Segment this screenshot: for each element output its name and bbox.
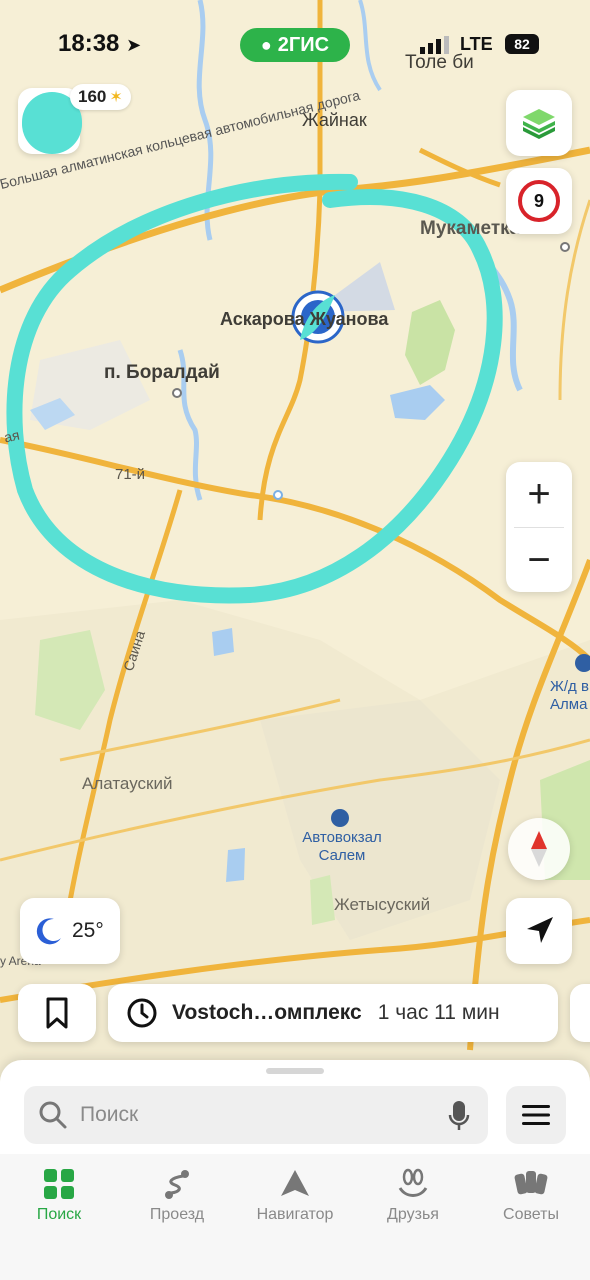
tab-label: Советы [503, 1206, 559, 1223]
clock-icon [127, 998, 157, 1028]
map-label-boraldai: п. Боралдай [104, 362, 220, 383]
compass-button[interactable] [508, 818, 570, 880]
map-label-road-left: ая [2, 426, 21, 446]
signal-icon [420, 36, 449, 54]
map-label-avtovokzal: Автовокзал Салем [302, 829, 382, 864]
moon-icon [36, 918, 61, 945]
star-icon: ✶ [109, 89, 123, 106]
goose-icon: ● [260, 34, 272, 55]
location-arrow-icon: ➤ [126, 35, 142, 55]
hamburger-icon [522, 1105, 550, 1125]
grid-icon [44, 1169, 74, 1199]
speed-limit-sign: 9 [518, 180, 560, 222]
map-label-askarov: Аскарова Жуанова [220, 309, 389, 329]
map-label-zhetysu: Жетысуский [334, 895, 431, 914]
layers-icon [523, 109, 555, 139]
weather-widget[interactable]: 25° [20, 898, 120, 964]
tips-icon [514, 1171, 548, 1195]
brand-label: 2ГИС [277, 33, 330, 56]
recent-route-chip[interactable]: Vostoch…омплекс 1 час 11 мин [108, 984, 558, 1042]
weather-temp: 25° [72, 919, 104, 942]
brand-badge[interactable]: ● 2ГИС [240, 28, 350, 62]
tab-route[interactable]: Проезд [118, 1154, 236, 1280]
menu-button[interactable] [506, 1086, 566, 1144]
navigation-arrow-icon [527, 917, 553, 943]
tab-label: Проезд [149, 1206, 205, 1223]
search-bar[interactable] [24, 1086, 488, 1144]
navigator-icon [281, 1170, 309, 1196]
speed-limit-value: 9 [533, 190, 544, 211]
tab-search[interactable]: Поиск [0, 1154, 118, 1280]
map-label-road-71: 71-й [115, 466, 146, 483]
tab-label: Навигатор [256, 1206, 334, 1223]
profile-widget[interactable]: 160 ✶ [18, 82, 138, 162]
battery-icon: 82 [505, 34, 539, 54]
tab-friends[interactable]: Друзья [354, 1154, 472, 1280]
bookmarks-button[interactable] [18, 984, 96, 1042]
tab-tips[interactable]: Советы [472, 1154, 590, 1280]
route-icon [165, 1170, 189, 1199]
zoom-controls: + − [506, 462, 572, 592]
search-input[interactable] [80, 1103, 420, 1127]
my-location-button[interactable] [506, 898, 572, 964]
next-chip[interactable] [570, 984, 590, 1042]
score-value: 160 [78, 87, 107, 106]
network-label: LTE [460, 34, 493, 54]
score-badge[interactable]: 160 ✶ [70, 84, 131, 110]
friends-icon [398, 1168, 428, 1197]
map-label-alatau: Алатауский [82, 774, 173, 793]
tab-bar: Поиск Проезд Навигатор Друзья Советы [0, 1154, 590, 1280]
tab-label: Друзья [387, 1206, 439, 1223]
bookmark-icon [46, 997, 68, 1029]
status-bar: 18:38 ➤ ● 2ГИС LTE 82 [0, 0, 590, 80]
tab-label: Поиск [36, 1206, 82, 1223]
route-destination: Vostoch…омплекс [172, 1001, 362, 1024]
bottom-sheet: Поиск Проезд Навигатор Друзья [0, 1060, 590, 1280]
zoom-in-button[interactable]: + [506, 462, 572, 527]
search-icon [39, 1101, 67, 1129]
clock: 18:38 ➤ [58, 30, 141, 58]
sheet-handle[interactable] [266, 1068, 324, 1074]
clock-text: 18:38 [58, 30, 120, 57]
route-eta: 1 час 11 мин [377, 1001, 500, 1024]
speed-limit-button[interactable]: 9 [506, 168, 572, 234]
compass-icon [531, 831, 547, 867]
zoom-out-button[interactable]: − [506, 528, 572, 593]
layers-button[interactable] [506, 90, 572, 156]
tab-navigator[interactable]: Навигатор [236, 1154, 354, 1280]
microphone-icon[interactable] [448, 1100, 470, 1132]
map-label-railway: Ж/д в Алма [550, 678, 589, 713]
